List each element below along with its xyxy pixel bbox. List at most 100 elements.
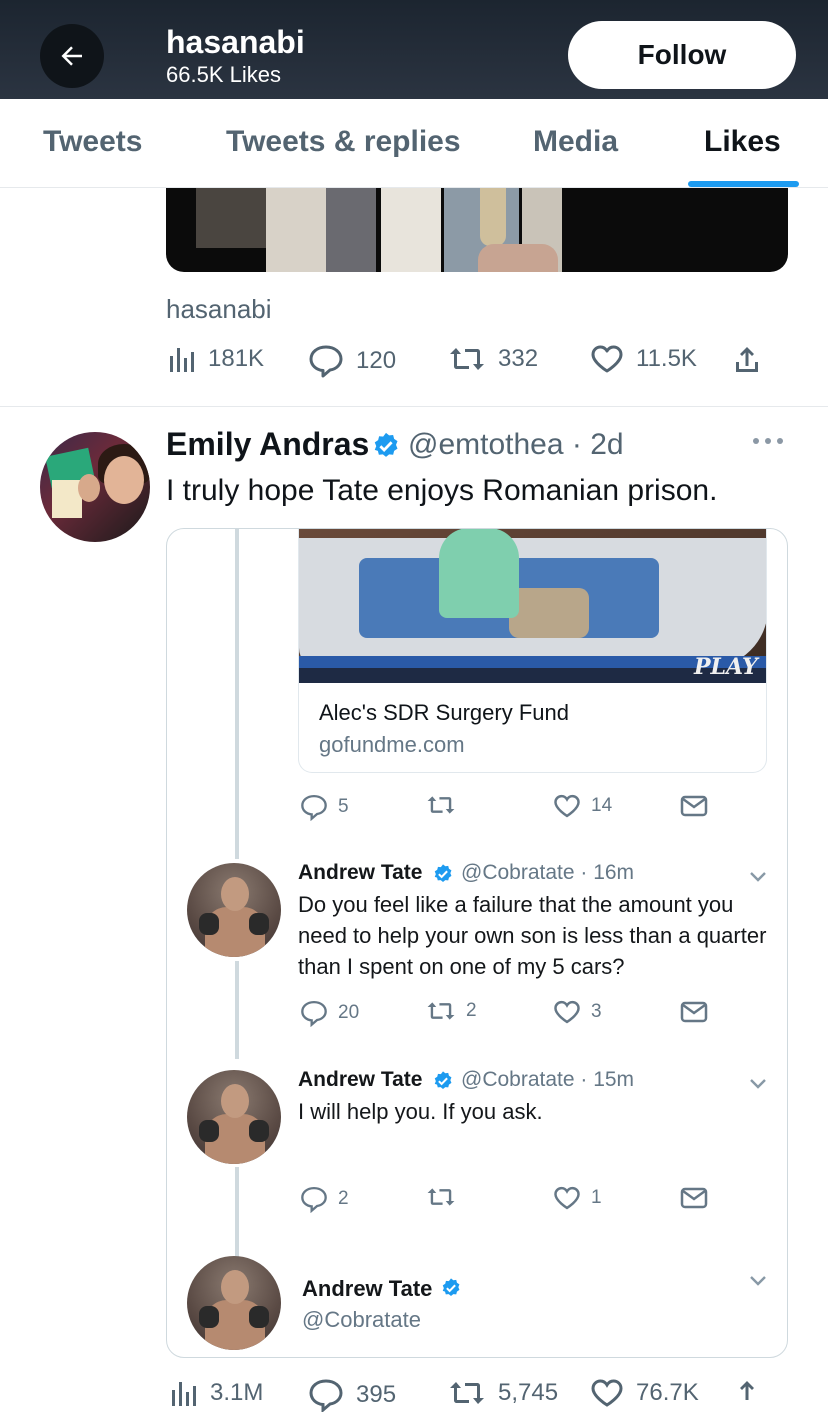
reply-icon (309, 1379, 343, 1412)
share-button[interactable] (732, 1378, 762, 1410)
embedded-retweet[interactable] (426, 793, 456, 817)
reply-icon (301, 1000, 327, 1027)
avatar[interactable] (187, 863, 281, 957)
embedded-actions: 20 2 3 (298, 999, 718, 1031)
retweet-icon (450, 1382, 484, 1404)
tab-likes[interactable]: Likes (704, 125, 781, 159)
reply-author-name[interactable]: Andrew Tate (302, 1276, 432, 1302)
tab-tweets-and-replies[interactable]: Tweets & replies (226, 125, 461, 159)
previous-tweet-author[interactable]: hasanabi (166, 294, 272, 325)
link-card[interactable]: PLAY Alec's SDR Surgery Fund gofundme.co… (298, 529, 767, 773)
reply-author-name[interactable]: Andrew Tate (298, 861, 422, 885)
tweet-image[interactable]: PLAY Alec's SDR Surgery Fund gofundme.co… (166, 528, 788, 1358)
like-button[interactable]: 76.7K (590, 1378, 699, 1408)
retweet-icon (450, 348, 484, 370)
embedded-reply[interactable]: 2 (300, 1185, 349, 1213)
embedded-like[interactable]: 3 (553, 999, 602, 1025)
views-stat[interactable]: 3.1M (170, 1378, 263, 1408)
boat-lettering: PLAY (694, 654, 758, 680)
reply-button[interactable]: 120 (308, 344, 396, 378)
embedded-reply-count: 5 (338, 796, 349, 817)
reply-count: 395 (356, 1381, 397, 1408)
embedded-reply-count: 20 (338, 1002, 360, 1023)
tweet-author-handle[interactable]: @emtothea · 2d (408, 428, 624, 462)
embedded-dm[interactable] (680, 795, 708, 817)
retweet-button[interactable]: 332 (448, 344, 538, 374)
views-count: 3.1M (210, 1379, 264, 1406)
previous-tweet-media[interactable] (166, 188, 788, 272)
embedded-retweet-count: 2 (466, 1000, 477, 1021)
avatar[interactable] (187, 1070, 281, 1164)
verified-badge-icon (442, 1278, 460, 1296)
back-button[interactable] (40, 24, 104, 88)
embedded-dm[interactable] (680, 1001, 708, 1023)
retweet-icon (427, 796, 455, 814)
thread-line (235, 529, 239, 859)
chevron-down-icon[interactable] (749, 1078, 767, 1090)
embedded-dm[interactable] (680, 1187, 708, 1209)
link-card-domain: gofundme.com (319, 732, 465, 757)
tab-tweets[interactable]: Tweets (43, 125, 142, 159)
reply-author-handle[interactable]: @Cobratate (302, 1307, 421, 1333)
embedded-retweet[interactable]: 2 (426, 999, 477, 1023)
embedded-reply-count: 2 (338, 1188, 349, 1209)
tweet-actions: 3.1M 395 5,745 76.7K (166, 1378, 786, 1418)
views-icon (170, 348, 194, 372)
retweet-count: 332 (498, 345, 539, 372)
avatar[interactable] (40, 432, 150, 542)
embedded-like-count: 14 (591, 795, 613, 816)
retweet-icon (427, 1002, 455, 1020)
mail-icon (680, 1001, 708, 1023)
heart-icon (591, 1379, 623, 1407)
reply-text: Do you feel like a failure that the amou… (298, 892, 767, 979)
embedded-reply[interactable]: 5 (300, 793, 349, 821)
mail-icon (680, 795, 708, 817)
header-title: hasanabi (166, 24, 305, 60)
link-card-title: Alec's SDR Surgery Fund (319, 700, 569, 725)
verified-badge-icon (374, 432, 398, 457)
verified-badge-icon (434, 1071, 452, 1089)
share-button[interactable] (732, 344, 762, 376)
embedded-reply[interactable]: 20 (300, 999, 359, 1027)
profile-tabs: Tweets Tweets & replies Media Likes (0, 99, 828, 188)
header-likes-count: 66.5K Likes (166, 62, 281, 87)
reply-author-name[interactable]: Andrew Tate (298, 1068, 422, 1092)
profile-header: hasanabi 66.5K Likes Follow (0, 0, 828, 99)
embedded-retweet[interactable] (426, 1185, 456, 1209)
more-options-icon[interactable] (752, 434, 784, 448)
mail-icon (680, 1187, 708, 1209)
reply-text: I will help you. If you ask. (298, 1099, 543, 1124)
embedded-like-count: 3 (591, 1001, 602, 1022)
back-arrow-icon (61, 46, 82, 66)
reply-icon (309, 345, 343, 378)
reply-icon (301, 794, 327, 821)
tweet-author-name[interactable]: Emily Andras (166, 426, 369, 463)
tab-media[interactable]: Media (533, 125, 618, 159)
views-count: 181K (208, 345, 265, 372)
reply-author-handle[interactable]: @Cobratate · 16m (461, 861, 634, 885)
heart-icon (554, 794, 580, 818)
embedded-actions: 2 1 (298, 1185, 718, 1217)
thread-line (235, 961, 239, 1059)
previous-tweet-actions: 181K 120 332 11.5K (166, 344, 786, 384)
chevron-down-icon[interactable] (749, 871, 767, 883)
like-count: 76.7K (636, 1379, 699, 1406)
reply-author-handle[interactable]: @Cobratate · 15m (461, 1068, 634, 1092)
tweet-text: I truly hope Tate enjoys Romanian prison… (166, 474, 718, 507)
avatar[interactable] (187, 1256, 281, 1350)
embedded-like[interactable]: 14 (553, 793, 612, 819)
like-button[interactable]: 11.5K (590, 344, 697, 374)
reply-icon (301, 1186, 327, 1213)
embedded-like[interactable]: 1 (553, 1185, 602, 1211)
heart-icon (554, 1000, 580, 1024)
retweet-button[interactable]: 5,745 (448, 1378, 558, 1408)
tweet-divider (0, 406, 828, 407)
active-tab-indicator (688, 181, 799, 187)
chevron-down-icon[interactable] (749, 1275, 767, 1287)
views-stat[interactable]: 181K (168, 344, 264, 374)
reply-button[interactable]: 395 (308, 1378, 396, 1412)
reply-count: 120 (356, 347, 397, 374)
embedded-like-count: 1 (591, 1187, 602, 1208)
heart-icon (554, 1186, 580, 1210)
follow-button[interactable]: Follow (568, 21, 796, 89)
